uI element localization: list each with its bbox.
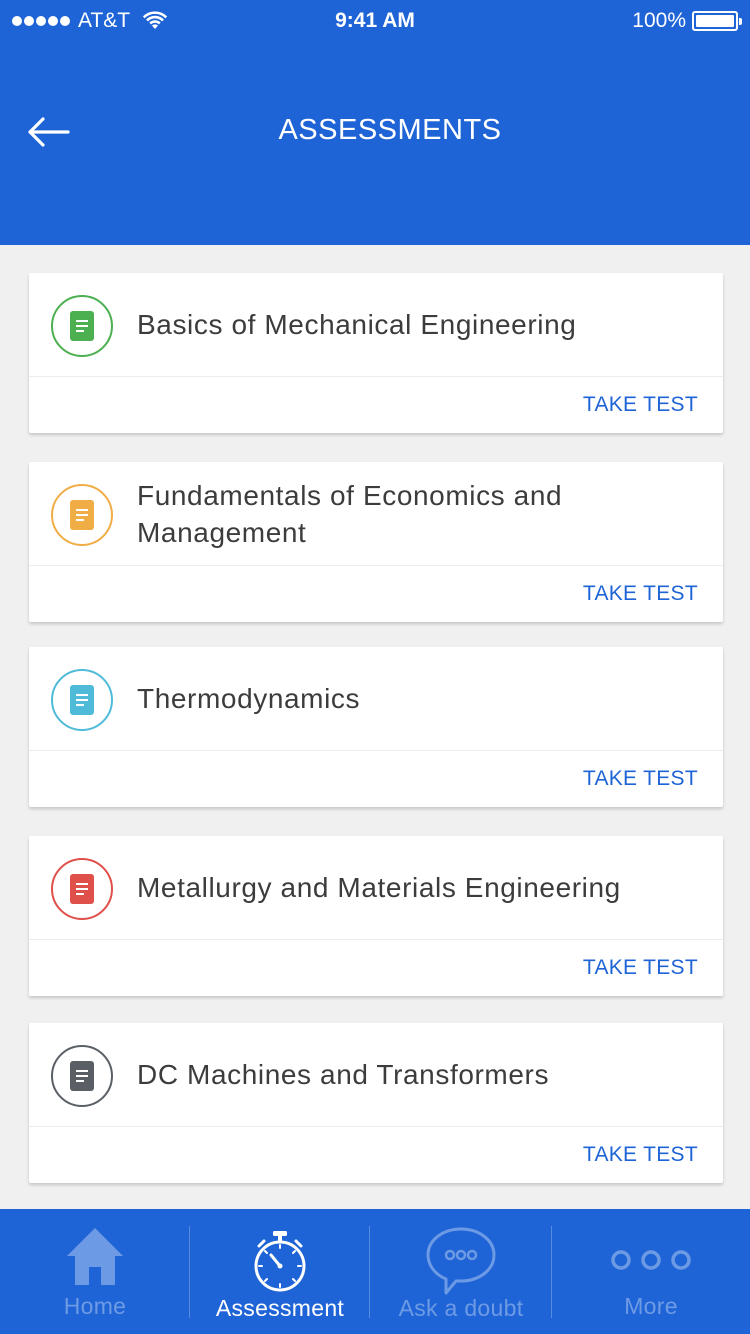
battery-icon — [692, 11, 742, 31]
course-title: Fundamentals of Economics and Management — [137, 479, 563, 548]
course-card-actions: TAKE TEST — [29, 940, 723, 996]
course-card: DC Machines and Transformers TAKE TEST — [29, 1023, 723, 1183]
course-card-header[interactable]: Fundamentals of Economics and Management — [29, 462, 723, 566]
course-card-header[interactable]: Metallurgy and Materials Engineering — [29, 836, 723, 940]
app-header: AT&T 9:41 AM 100% ASSESSMENTS — [0, 0, 750, 245]
tab-assessment[interactable]: Assessment — [190, 1209, 370, 1334]
course-card-actions: TAKE TEST — [29, 566, 723, 622]
more-dots-icon — [611, 1250, 691, 1270]
course-card-actions: TAKE TEST — [29, 1127, 723, 1183]
course-card-actions: TAKE TEST — [29, 751, 723, 807]
bottom-tab-bar: Home Assessment Ask a doubt More — [0, 1209, 750, 1334]
course-title: Thermodynamics — [137, 683, 361, 714]
document-icon — [51, 295, 113, 357]
battery-percentage: 100% — [632, 9, 686, 32]
status-bar: AT&T 9:41 AM 100% — [0, 0, 750, 40]
take-test-button[interactable]: TAKE TEST — [583, 767, 698, 791]
tab-ask-a-doubt[interactable]: Ask a doubt — [370, 1209, 552, 1334]
document-icon — [51, 669, 113, 731]
tab-label: More — [624, 1293, 678, 1319]
course-title: Basics of Mechanical Engineering — [137, 309, 577, 340]
take-test-button[interactable]: TAKE TEST — [583, 582, 698, 606]
tab-label: Home — [63, 1293, 127, 1319]
tab-label: Ask a doubt — [398, 1295, 524, 1321]
status-right: 100% — [632, 9, 742, 33]
course-card-header[interactable]: DC Machines and Transformers — [29, 1023, 723, 1127]
take-test-button[interactable]: TAKE TEST — [583, 1143, 698, 1167]
take-test-button[interactable]: TAKE TEST — [583, 393, 698, 417]
stopwatch-icon — [254, 1231, 306, 1292]
tab-home[interactable]: Home — [0, 1209, 190, 1334]
course-card-header[interactable]: Basics of Mechanical Engineering — [29, 273, 723, 377]
course-card-header[interactable]: Thermodynamics — [29, 647, 723, 751]
page-title: ASSESSMENTS — [278, 114, 502, 146]
course-card: Fundamentals of Economics and Management… — [29, 462, 723, 622]
document-icon — [51, 858, 113, 920]
document-icon — [51, 1045, 113, 1107]
course-card-actions: TAKE TEST — [29, 377, 723, 433]
course-title: Metallurgy and Materials Engineering — [137, 872, 621, 903]
course-card: Metallurgy and Materials Engineering TAK… — [29, 836, 723, 996]
document-icon — [51, 484, 113, 546]
course-card: Basics of Mechanical Engineering TAKE TE… — [29, 273, 723, 433]
tab-more[interactable]: More — [552, 1209, 750, 1334]
course-card: Thermodynamics TAKE TEST — [29, 647, 723, 807]
chat-bubble-icon — [426, 1227, 496, 1295]
tab-label: Assessment — [215, 1295, 345, 1321]
course-title: DC Machines and Transformers — [137, 1059, 550, 1090]
home-icon — [67, 1228, 123, 1285]
take-test-button[interactable]: TAKE TEST — [583, 956, 698, 980]
